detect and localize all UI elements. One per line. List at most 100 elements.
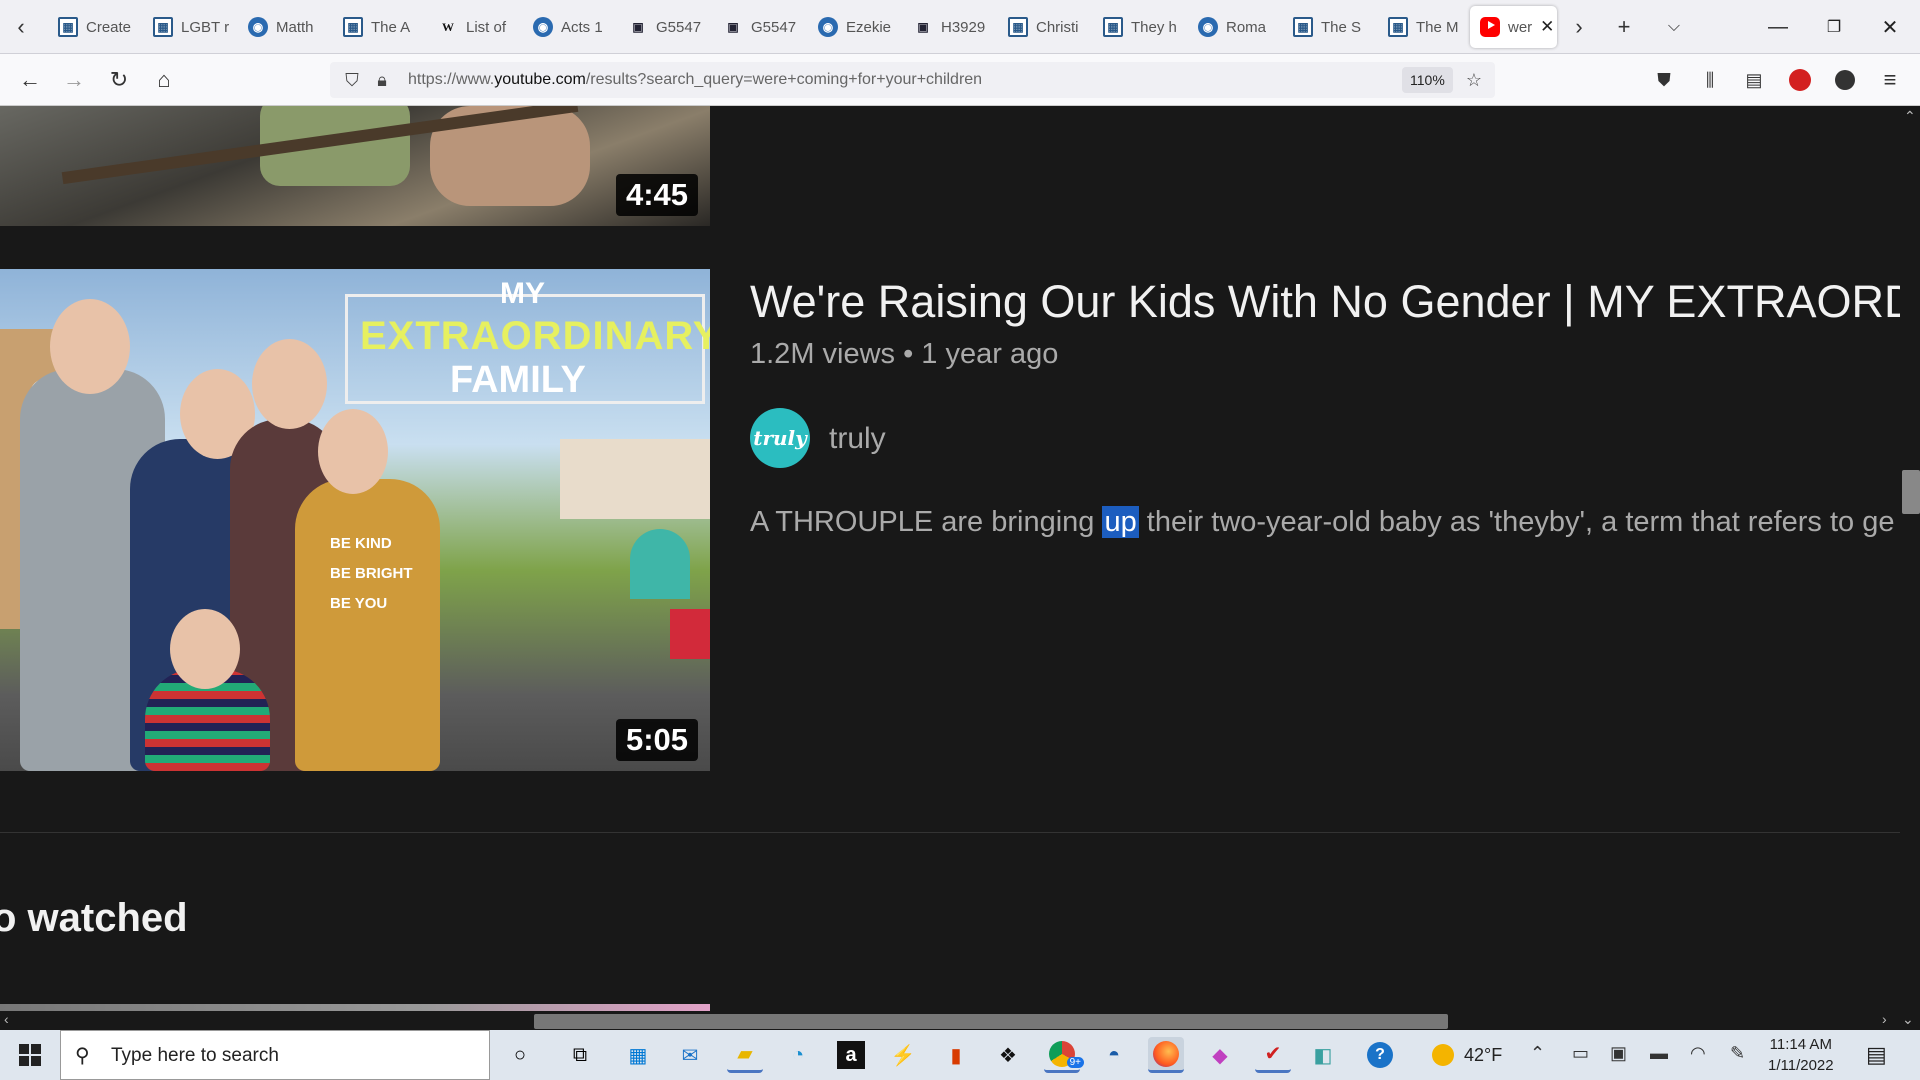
home-button[interactable]: ⌂ bbox=[146, 62, 182, 98]
video-description: A THROUPLE are bringing up their two-yea… bbox=[750, 506, 1895, 538]
search-results: 4:45 MY EXTRAORDINARY FAMILY BE KIND BE … bbox=[0, 106, 1920, 1011]
page-icon: ▦ bbox=[343, 17, 363, 37]
video-title-link[interactable]: We're Raising Our Kids With No Gender | … bbox=[750, 276, 1920, 328]
tab[interactable]: ▦ Christi bbox=[998, 6, 1093, 48]
tab[interactable]: ▦ The M bbox=[1378, 6, 1473, 48]
forward-button[interactable]: → bbox=[56, 62, 92, 98]
tabs-scroll-left-button[interactable]: ‹ bbox=[2, 8, 40, 46]
tab[interactable]: ▦ The S bbox=[1283, 6, 1378, 48]
weather-widget[interactable]: 42°F bbox=[1432, 1030, 1502, 1080]
page-icon: ▦ bbox=[1008, 17, 1028, 37]
horizontal-scrollbar[interactable]: ‹ › ⌄ bbox=[0, 1011, 1920, 1030]
adblock-extension-icon[interactable] bbox=[1782, 62, 1818, 98]
scroll-up-arrow-icon[interactable]: ⌃ bbox=[1904, 108, 1916, 125]
reload-button[interactable]: ↻ bbox=[101, 62, 137, 98]
office-icon[interactable]: ▮ bbox=[938, 1037, 974, 1073]
tab-active[interactable]: wer ✕ bbox=[1470, 6, 1557, 48]
page-icon: ▦ bbox=[1293, 17, 1313, 37]
video-thumbnail[interactable] bbox=[0, 1004, 710, 1011]
tab[interactable]: W List of bbox=[428, 6, 523, 48]
antivirus-icon[interactable]: ✔ bbox=[1255, 1037, 1291, 1073]
battery-icon[interactable]: ▬ bbox=[1650, 1043, 1668, 1064]
tab[interactable]: ▣ H3929 bbox=[903, 6, 998, 48]
tab[interactable]: ▣ G5547 bbox=[618, 6, 713, 48]
tab[interactable]: ▦ LGBT r bbox=[143, 6, 238, 48]
zoom-level-button[interactable]: 110% bbox=[1402, 67, 1453, 93]
horizontal-scrollbar-thumb[interactable] bbox=[534, 1014, 1448, 1029]
chevron-up-icon[interactable]: ⌃ bbox=[1530, 1043, 1545, 1064]
section-heading: o watched bbox=[0, 896, 188, 940]
clock[interactable]: 11:14 AM 1/11/2022 bbox=[1768, 1034, 1834, 1076]
close-tab-icon[interactable]: ✕ bbox=[1540, 17, 1554, 37]
file-explorer-icon[interactable]: ▰ bbox=[727, 1037, 763, 1073]
cortana-icon[interactable]: ○ bbox=[502, 1037, 538, 1073]
notifications-icon[interactable]: ▤ bbox=[1866, 1042, 1887, 1068]
display-icon[interactable]: ▣ bbox=[1610, 1043, 1627, 1064]
pen-icon[interactable]: ✎ bbox=[1730, 1043, 1745, 1064]
duration-badge: 4:45 bbox=[615, 174, 698, 216]
tab[interactable]: ◉ Acts 1 bbox=[523, 6, 618, 48]
vertical-scrollbar-thumb[interactable] bbox=[1902, 470, 1920, 514]
lock-icon[interactable]: 🔒︎ bbox=[370, 68, 394, 92]
scroll-left-arrow-icon[interactable]: ‹ bbox=[4, 1011, 9, 1027]
help-icon[interactable]: ? bbox=[1362, 1037, 1398, 1073]
channel-avatar[interactable]: truly bbox=[750, 408, 810, 468]
tab[interactable]: ◉ Roma bbox=[1188, 6, 1283, 48]
dropbox-icon[interactable]: ❖ bbox=[990, 1037, 1026, 1073]
page-icon: ▦ bbox=[58, 17, 78, 37]
list-all-tabs-button[interactable]: ⌵ bbox=[1655, 8, 1693, 46]
person bbox=[295, 479, 440, 771]
tab[interactable]: ▦ Create bbox=[48, 6, 143, 48]
globe-icon: ◉ bbox=[818, 17, 838, 37]
url-text[interactable]: https://www.youtube.com/results?search_q… bbox=[408, 71, 982, 89]
sidebar-icon[interactable]: ▤ bbox=[1736, 62, 1772, 98]
windows-logo-icon bbox=[19, 1044, 41, 1066]
navigation-toolbar: ← → ↻ ⌂ ⛉ 🔒︎ https://www.youtube.com/res… bbox=[0, 54, 1920, 106]
scroll-right-arrow-icon[interactable]: › bbox=[1882, 1011, 1887, 1027]
minimize-button[interactable]: — bbox=[1750, 0, 1806, 54]
meet-now-icon[interactable]: ▭ bbox=[1572, 1043, 1589, 1064]
scroll-down-arrow-icon[interactable]: ⌄ bbox=[1902, 1011, 1914, 1028]
app-icon[interactable]: ◆ bbox=[1202, 1037, 1238, 1073]
channel-name-link[interactable]: truly bbox=[829, 422, 886, 456]
tab[interactable]: ◉ Ezekie bbox=[808, 6, 903, 48]
extension-icon[interactable] bbox=[1827, 62, 1863, 98]
bible-icon: ▣ bbox=[917, 20, 929, 34]
taskbar-search-box[interactable]: ⚲ Type here to search bbox=[60, 1030, 490, 1080]
restore-button[interactable]: ❐ bbox=[1806, 0, 1862, 54]
shirt-text: BE KIND BE BRIGHT BE YOU bbox=[330, 535, 413, 612]
section-divider bbox=[0, 832, 1900, 833]
back-button[interactable]: ← bbox=[12, 62, 48, 98]
library-icon[interactable]: ⫼ bbox=[1692, 62, 1728, 98]
vertical-scrollbar[interactable]: ⌃ bbox=[1900, 106, 1920, 1011]
close-window-button[interactable]: ✕ bbox=[1862, 0, 1918, 54]
video-thumbnail[interactable]: MY EXTRAORDINARY FAMILY BE KIND BE BRIGH… bbox=[0, 269, 710, 771]
task-view-icon[interactable]: ⧉ bbox=[562, 1037, 598, 1073]
microsoft-store-icon[interactable]: ▦ bbox=[620, 1037, 656, 1073]
address-bar[interactable]: ⛉ 🔒︎ https://www.youtube.com/results?sea… bbox=[330, 62, 1495, 98]
tabs-scroll-right-button[interactable]: › bbox=[1560, 8, 1598, 46]
app-icon[interactable]: ⚡ bbox=[885, 1037, 921, 1073]
bookmark-star-icon[interactable]: ☆ bbox=[1462, 68, 1486, 92]
mail-icon[interactable]: ✉ bbox=[672, 1037, 708, 1073]
video-metadata: 1.2M views • 1 year ago bbox=[750, 338, 1059, 370]
app-icon[interactable]: ◧ bbox=[1305, 1037, 1341, 1073]
edge-icon[interactable]: ◔ bbox=[780, 1037, 816, 1073]
app-icon[interactable]: ◓ bbox=[1096, 1037, 1132, 1073]
firefox-icon[interactable] bbox=[1148, 1037, 1184, 1073]
start-button[interactable] bbox=[0, 1030, 60, 1080]
pocket-icon[interactable]: ⛊ bbox=[1646, 62, 1682, 98]
tab[interactable]: ◉ Matth bbox=[238, 6, 333, 48]
playground-slide bbox=[630, 529, 690, 599]
chrome-icon[interactable]: 9+ bbox=[1044, 1037, 1084, 1073]
tab[interactable]: ▣ G5547 bbox=[713, 6, 808, 48]
menu-icon[interactable]: ≡ bbox=[1872, 62, 1908, 98]
duration-badge: 5:05 bbox=[615, 719, 698, 761]
video-thumbnail[interactable]: 4:45 bbox=[0, 106, 710, 226]
tab[interactable]: ▦ The A bbox=[333, 6, 428, 48]
tracking-protection-icon[interactable]: ⛉ bbox=[340, 68, 364, 92]
tab[interactable]: ▦ They h bbox=[1093, 6, 1188, 48]
new-tab-button[interactable]: + bbox=[1605, 8, 1643, 46]
wifi-icon[interactable]: ◠ bbox=[1690, 1043, 1706, 1064]
amazon-icon[interactable]: a bbox=[833, 1037, 869, 1073]
